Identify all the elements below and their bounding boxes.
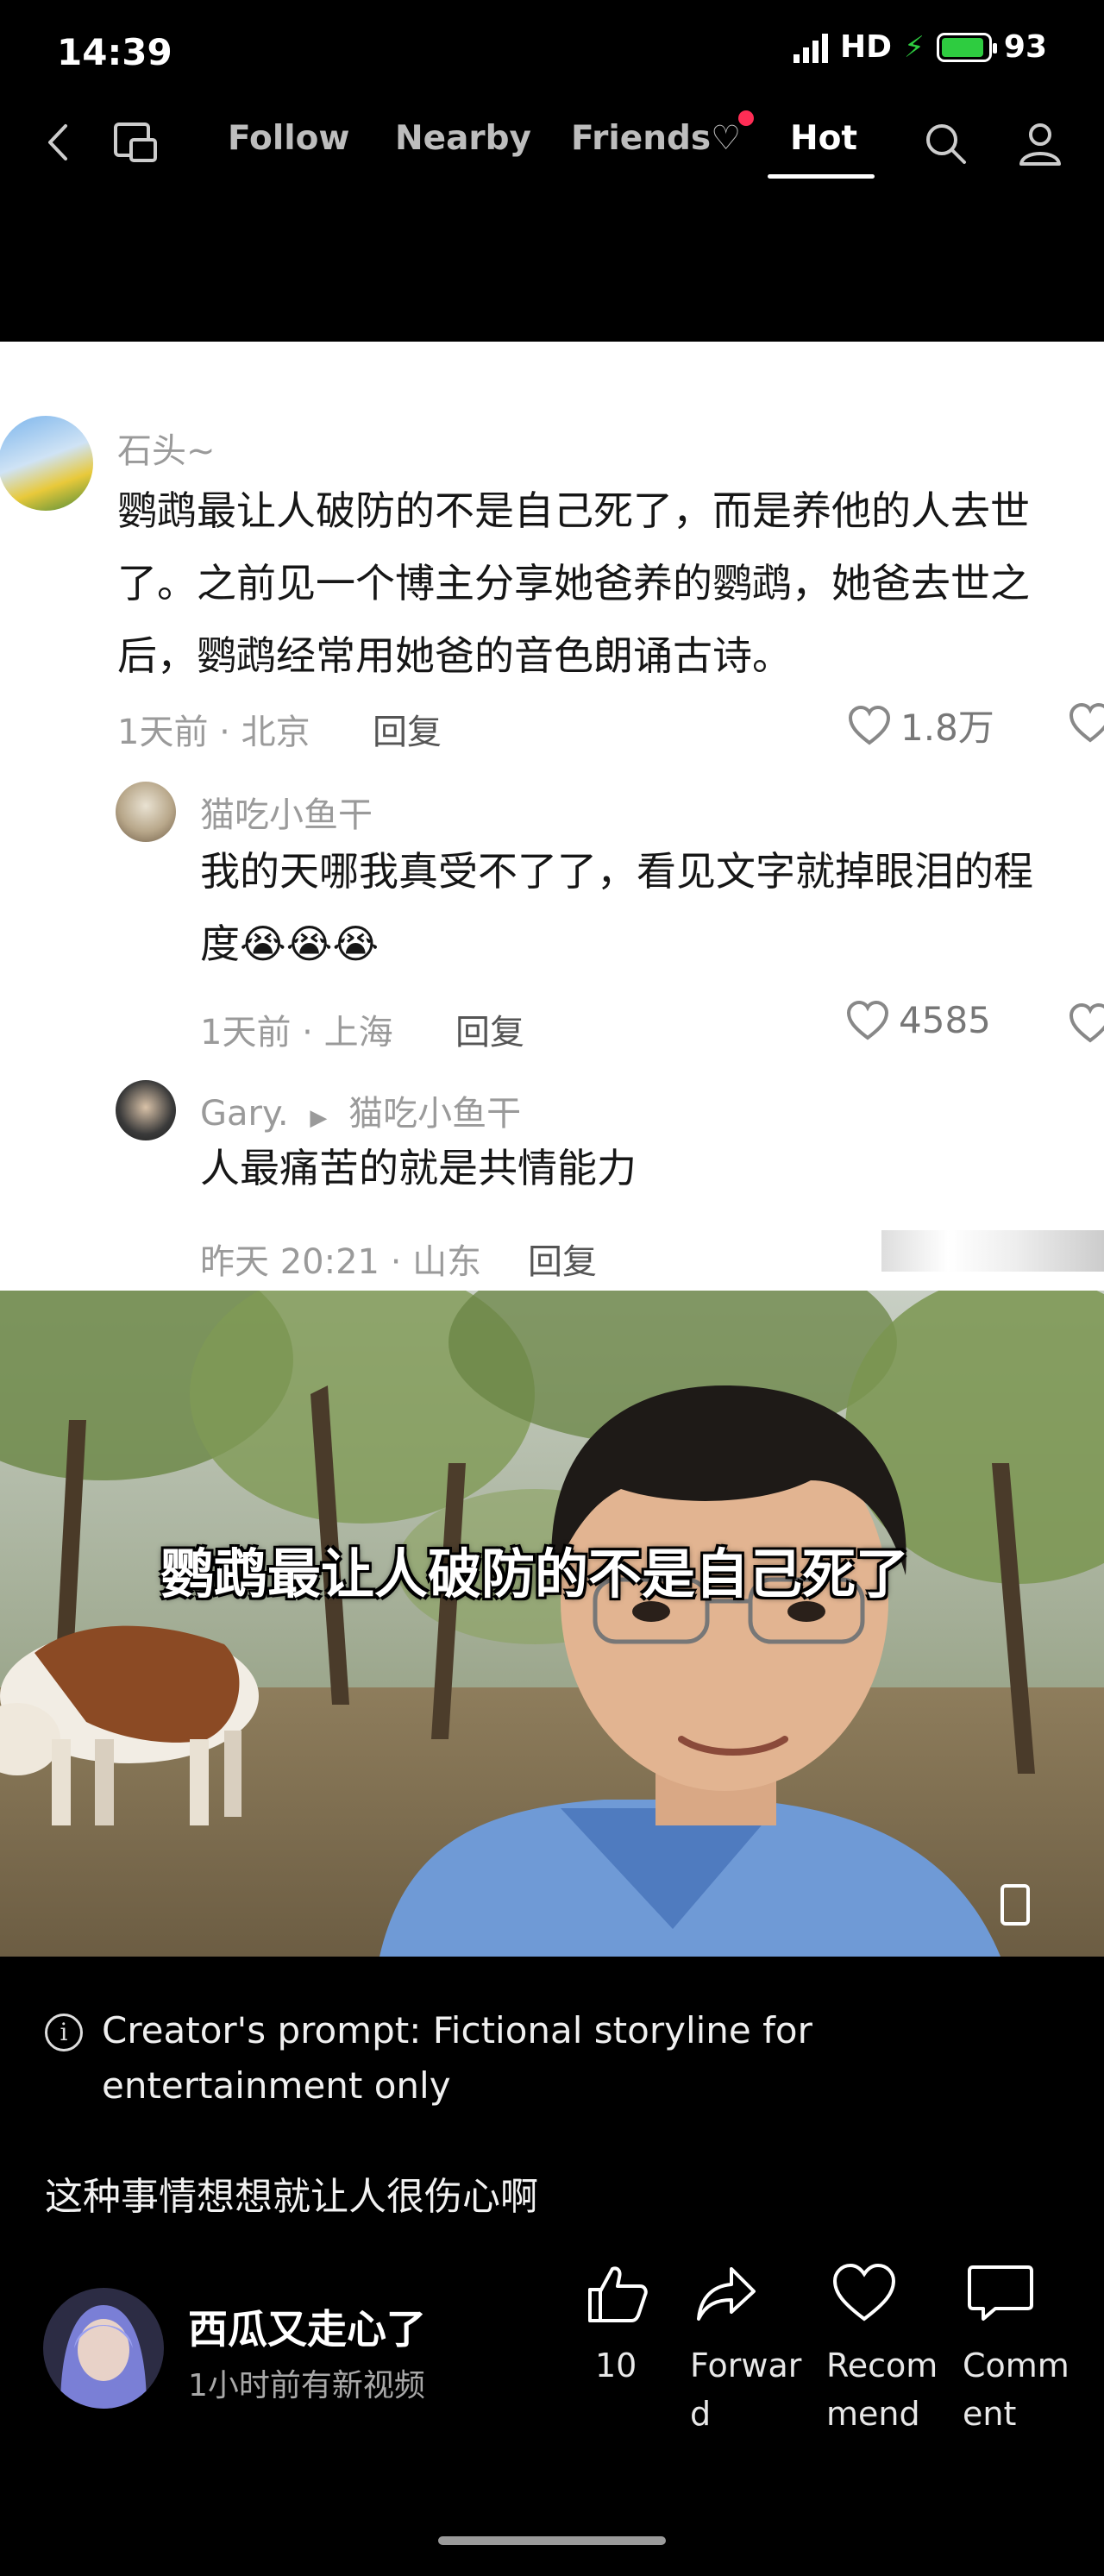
video-subtitle: 鹦鹉最让人破防的不是自己死了 [160,1542,910,1605]
reply-arrow-icon: ▶ [310,1105,328,1131]
forward-button[interactable]: Forward [690,2262,811,2438]
waveform-decoration [881,1230,1104,1272]
notice-text: Creator's prompt: Fictional storyline fo… [102,2009,812,2107]
video-player[interactable]: 石头~ 鹦鹉最让人破防的不是自己死了，而是养他的人去世 了。之前见一个博主分享她… [0,342,1104,1957]
comment-text: 鹦鹉最让人破防的不是自己死了，而是养他的人去世 了。之前见一个博主分享她爸养的鹦… [117,474,1030,692]
video-comment-screenshot: 石头~ 鹦鹉最让人破防的不是自己死了，而是养他的人去世 了。之前见一个博主分享她… [0,342,1104,1291]
comment-line: 人最痛苦的就是共情能力 [200,1145,637,1191]
thumbs-up-icon [588,2266,648,2322]
status-bar: 14:39 HD ⚡ 93 [0,0,1104,104]
signal-icon [794,32,828,63]
profile-icon[interactable] [1016,119,1064,167]
like-count: 4585 [899,999,991,1041]
tab-hot[interactable]: Hot [790,119,857,158]
comment-username[interactable]: 石头~ [117,423,216,473]
dislike-icon[interactable] [1068,702,1104,744]
author-name[interactable]: 西瓜又走心了 [188,2298,426,2355]
reply-button[interactable]: 回复 [528,1234,597,1284]
comment-line: 我的天哪我真受不了了，看见文字就掉眼泪的程 [200,848,1033,895]
info-icon: i [45,2014,83,2051]
video-caption[interactable]: 这种事情想想就让人很伤心啊 [45,2165,538,2221]
author-avatar-image [43,2288,164,2409]
screen-switch-icon[interactable] [112,121,160,164]
like-button[interactable]: 4585 [845,999,991,1041]
comment-meta: 昨天 20:21 · 山东 [200,1242,482,1282]
comment-line: 度😭😭😭 [200,920,380,967]
like-action-count: 10 [595,2347,637,2384]
comment-meta: 1天前 · 上海 [200,1013,393,1052]
comment-text: 我的天哪我真受不了了，看见文字就掉眼泪的程 度😭😭😭 [200,835,1033,980]
active-tab-indicator [768,174,875,179]
top-nav: Follow Nearby Friends♡ Hot [0,104,1104,181]
heart-outline-icon [848,705,891,745]
status-icons: HD ⚡ 93 [794,29,1047,65]
avatar[interactable] [116,782,176,842]
comment-button[interactable]: Comment [963,2262,1083,2438]
back-icon[interactable] [41,121,76,164]
like-action-button[interactable]: 10 [581,2262,702,2390]
heart-outline-icon [846,1000,889,1040]
tab-friends[interactable]: Friends♡ [571,119,741,158]
tab-nearby[interactable]: Nearby [395,119,531,158]
battery-icon [936,32,997,62]
comment-line: 鹦鹉最让人破防的不是自己死了，而是养他的人去世 [117,487,1030,534]
recommend-button[interactable]: Recommend [826,2262,947,2438]
reply-target: 猫吃小鱼干 [348,1094,522,1134]
comment-text: 人最痛苦的就是共情能力 [200,1132,637,1204]
comment-line: 了。之前见一个博主分享她爸养的鹦鹉，她爸去世之 [117,560,1030,606]
status-time: 14:39 [57,31,172,73]
comment-username[interactable]: Gary. ▶ 猫吃小鱼干 [200,1085,521,1135]
creator-notice: i Creator's prompt: Fictional storyline … [45,2003,873,2114]
comment-username[interactable]: 猫吃小鱼干 [200,787,373,837]
heart-icon [832,2263,896,2322]
search-icon[interactable] [921,119,969,167]
author-subtitle: 1小时前有新视频 [188,2368,425,2403]
like-button[interactable]: 1.8万 [847,699,994,751]
like-count: 1.8万 [900,707,994,749]
reply-button[interactable]: 回复 [373,704,442,754]
comment-username-text: Gary. [200,1094,289,1134]
share-arrow-icon [697,2267,756,2321]
comment-line: 后，鹦鹉经常用她爸的音色朗诵古诗。 [117,632,792,679]
battery-percent: 93 [1003,29,1047,65]
comment-label: Comment [963,2347,1070,2433]
comment-meta: 1天前 · 北京 [117,713,310,752]
avatar[interactable] [116,1080,176,1140]
home-indicator[interactable] [438,2536,666,2545]
recommend-label: Recommend [826,2347,938,2433]
reply-button[interactable]: 回复 [455,1004,524,1054]
dislike-icon[interactable] [1068,1002,1104,1044]
notification-dot [738,110,754,126]
network-label: HD [840,29,893,65]
author-avatar[interactable] [43,2288,164,2409]
comment-bubble-icon [968,2265,1033,2321]
avatar[interactable] [0,416,93,511]
video-scene [0,1291,1104,1957]
charging-icon: ⚡ [904,29,925,65]
forward-label: Forward [690,2347,802,2433]
tab-follow[interactable]: Follow [228,119,349,158]
